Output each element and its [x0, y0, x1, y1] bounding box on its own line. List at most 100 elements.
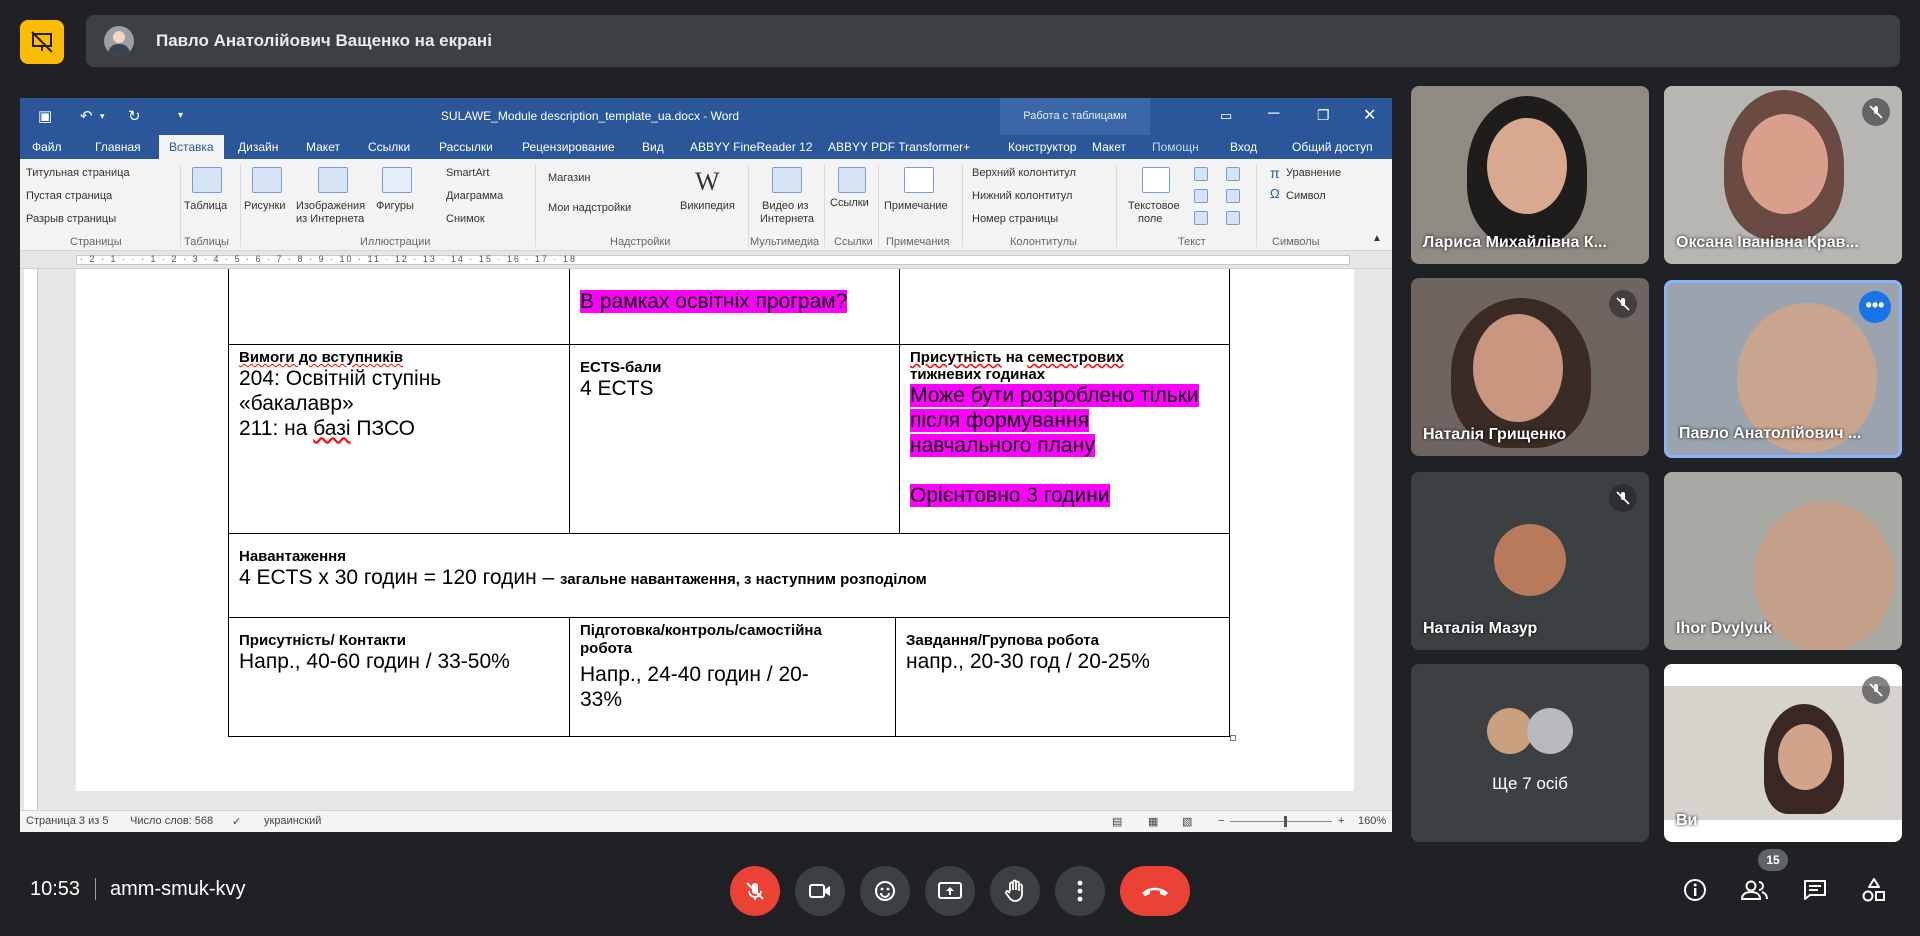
zoom-level[interactable]: 160% — [1358, 815, 1386, 827]
chart-button[interactable]: Диаграмма — [446, 190, 503, 202]
pictures-button[interactable]: Рисунки — [244, 200, 286, 212]
participant-tile[interactable]: Ihor Dvylyuk — [1664, 472, 1902, 650]
zoom-slider[interactable] — [1230, 821, 1332, 822]
tab-file[interactable]: Файл — [32, 135, 62, 159]
signature-icon[interactable] — [1226, 167, 1240, 181]
participant-tile[interactable]: Оксана Іванівна Крав... — [1664, 86, 1902, 264]
tell-me-help[interactable]: Помощн — [1152, 135, 1199, 159]
store-button[interactable]: Магазин — [548, 172, 590, 184]
more-options-icon[interactable]: ••• — [1859, 291, 1891, 323]
textbox-line1[interactable]: Текстовое — [1128, 200, 1180, 212]
dropcap-icon[interactable] — [1194, 211, 1208, 225]
meeting-details-button[interactable] — [1671, 866, 1719, 914]
table-button[interactable]: Таблица — [184, 200, 227, 212]
online-video-icon[interactable] — [772, 167, 802, 193]
participant-tile[interactable]: Наталія Мазур — [1411, 472, 1649, 650]
online-video-line2[interactable]: Интернета — [760, 213, 814, 225]
tab-abbyy-finereader[interactable]: ABBYY FineReader 12 — [690, 135, 813, 159]
header-button[interactable]: Верхний колонтитул — [972, 167, 1076, 179]
links-button[interactable]: Ссылки — [830, 197, 869, 209]
page-count[interactable]: Страница 3 из 5 — [26, 815, 108, 827]
shapes-icon[interactable] — [382, 167, 412, 193]
comment-icon[interactable] — [904, 167, 934, 193]
collapse-ribbon-icon[interactable]: ▲ — [1372, 233, 1382, 244]
date-time-icon[interactable] — [1226, 189, 1240, 203]
links-icon[interactable] — [838, 167, 866, 193]
print-layout-icon[interactable]: ▦ — [1148, 815, 1158, 828]
my-addins-button[interactable]: Мои надстройки — [548, 202, 631, 214]
comment-button[interactable]: Примечание — [884, 200, 948, 212]
blank-page-button[interactable]: Пустая страница — [26, 190, 112, 202]
word-count[interactable]: Число слов: 568 — [130, 815, 213, 827]
tab-mailings[interactable]: Рассылки — [439, 135, 493, 159]
pictures-icon[interactable] — [252, 167, 282, 193]
proofing-icon[interactable]: ✓ — [232, 815, 241, 828]
textbox-icon[interactable] — [1142, 167, 1170, 193]
pi-icon[interactable]: π — [1270, 165, 1280, 181]
tab-view[interactable]: Вид — [642, 135, 664, 159]
close-icon[interactable]: ✕ — [1363, 105, 1376, 125]
tab-abbyy-pdf[interactable]: ABBYY PDF Transformer+ — [828, 135, 970, 159]
minimize-icon[interactable]: ─ — [1268, 105, 1279, 123]
zoom-out-icon[interactable]: − — [1218, 815, 1224, 827]
participant-tile[interactable]: Наталія Грищенко — [1411, 278, 1649, 456]
footer-button[interactable]: Нижний колонтитул — [972, 190, 1072, 202]
online-pictures-line2[interactable]: из Интернета — [296, 213, 364, 225]
tab-design[interactable]: Дизайн — [238, 135, 278, 159]
cover-page-button[interactable]: Титульная страница — [26, 167, 130, 179]
chat-button[interactable] — [1791, 866, 1839, 914]
present-screen-button[interactable] — [925, 866, 975, 916]
wikipedia-button[interactable]: Википедия — [680, 200, 735, 212]
screenshot-button[interactable]: Снимок — [446, 213, 485, 225]
object-icon[interactable] — [1226, 211, 1240, 225]
share-button[interactable]: Общий доступ — [1292, 135, 1373, 159]
mic-toggle-button[interactable] — [730, 866, 780, 916]
page-break-button[interactable]: Разрыв страницы — [26, 213, 116, 225]
table-cell-contacts: Присутність/ Контакти Напр., 40-60 годин… — [228, 617, 570, 737]
textbox-line2[interactable]: поле — [1138, 213, 1162, 225]
emoji-reactions-button[interactable] — [860, 866, 910, 916]
symbol-button[interactable]: Символ — [1286, 190, 1326, 202]
tab-table-design[interactable]: Конструктор — [1008, 135, 1076, 159]
equation-button[interactable]: Уравнение — [1286, 167, 1341, 179]
presentation-icon[interactable] — [20, 20, 64, 64]
zoom-in-icon[interactable]: + — [1338, 815, 1344, 827]
document-page[interactable]: В рамках освітніх програм? Вимоги до вст… — [76, 269, 1354, 791]
read-mode-icon[interactable]: ▤ — [1112, 815, 1122, 828]
tab-table-layout[interactable]: Макет — [1092, 135, 1126, 159]
online-video-line1[interactable]: Видео из — [762, 200, 808, 212]
participant-tile[interactable]: Лариса Михайлівна К... — [1411, 86, 1649, 264]
tab-layout[interactable]: Макет — [306, 135, 340, 159]
quick-parts-icon[interactable] — [1194, 167, 1208, 181]
table-resize-handle[interactable] — [1230, 735, 1236, 741]
activities-button[interactable] — [1850, 866, 1898, 914]
tab-references[interactable]: Ссылки — [368, 135, 410, 159]
camera-toggle-button[interactable] — [795, 866, 845, 916]
zoom-slider-thumb[interactable] — [1284, 816, 1287, 827]
participant-tile-others[interactable]: Ще 7 осіб — [1411, 664, 1649, 842]
online-pictures-line1[interactable]: Изображения — [296, 200, 365, 212]
restore-icon[interactable]: ❐ — [1317, 107, 1330, 124]
tab-review[interactable]: Рецензирование — [522, 135, 615, 159]
sign-in[interactable]: Вход — [1230, 135, 1257, 159]
omega-icon[interactable]: Ω — [1270, 186, 1280, 201]
wordart-icon[interactable] — [1194, 189, 1208, 203]
page-number-button[interactable]: Номер страницы — [972, 213, 1058, 225]
participant-tile-self[interactable]: Ви — [1664, 664, 1902, 842]
tab-insert[interactable]: Вставка — [159, 135, 224, 159]
web-layout-icon[interactable]: ▧ — [1182, 815, 1192, 828]
meeting-code[interactable]: amm-smuk-kvy — [110, 878, 246, 901]
shapes-button[interactable]: Фигуры — [376, 200, 414, 212]
online-pictures-icon[interactable] — [318, 167, 348, 193]
smartart-button[interactable]: SmartArt — [446, 167, 489, 179]
table-icon[interactable] — [192, 167, 222, 193]
people-button[interactable] — [1731, 866, 1779, 914]
leave-call-button[interactable] — [1120, 866, 1190, 916]
more-options-button[interactable] — [1055, 866, 1105, 916]
raise-hand-button[interactable] — [990, 866, 1040, 916]
ribbon-display-icon[interactable]: ▭ — [1220, 108, 1232, 124]
participant-tile-active-speaker[interactable]: ••• Павло Анатолійович ... — [1664, 280, 1902, 458]
wikipedia-icon[interactable]: W — [695, 167, 720, 197]
language[interactable]: украинский — [264, 815, 321, 827]
tab-home[interactable]: Главная — [95, 135, 141, 159]
